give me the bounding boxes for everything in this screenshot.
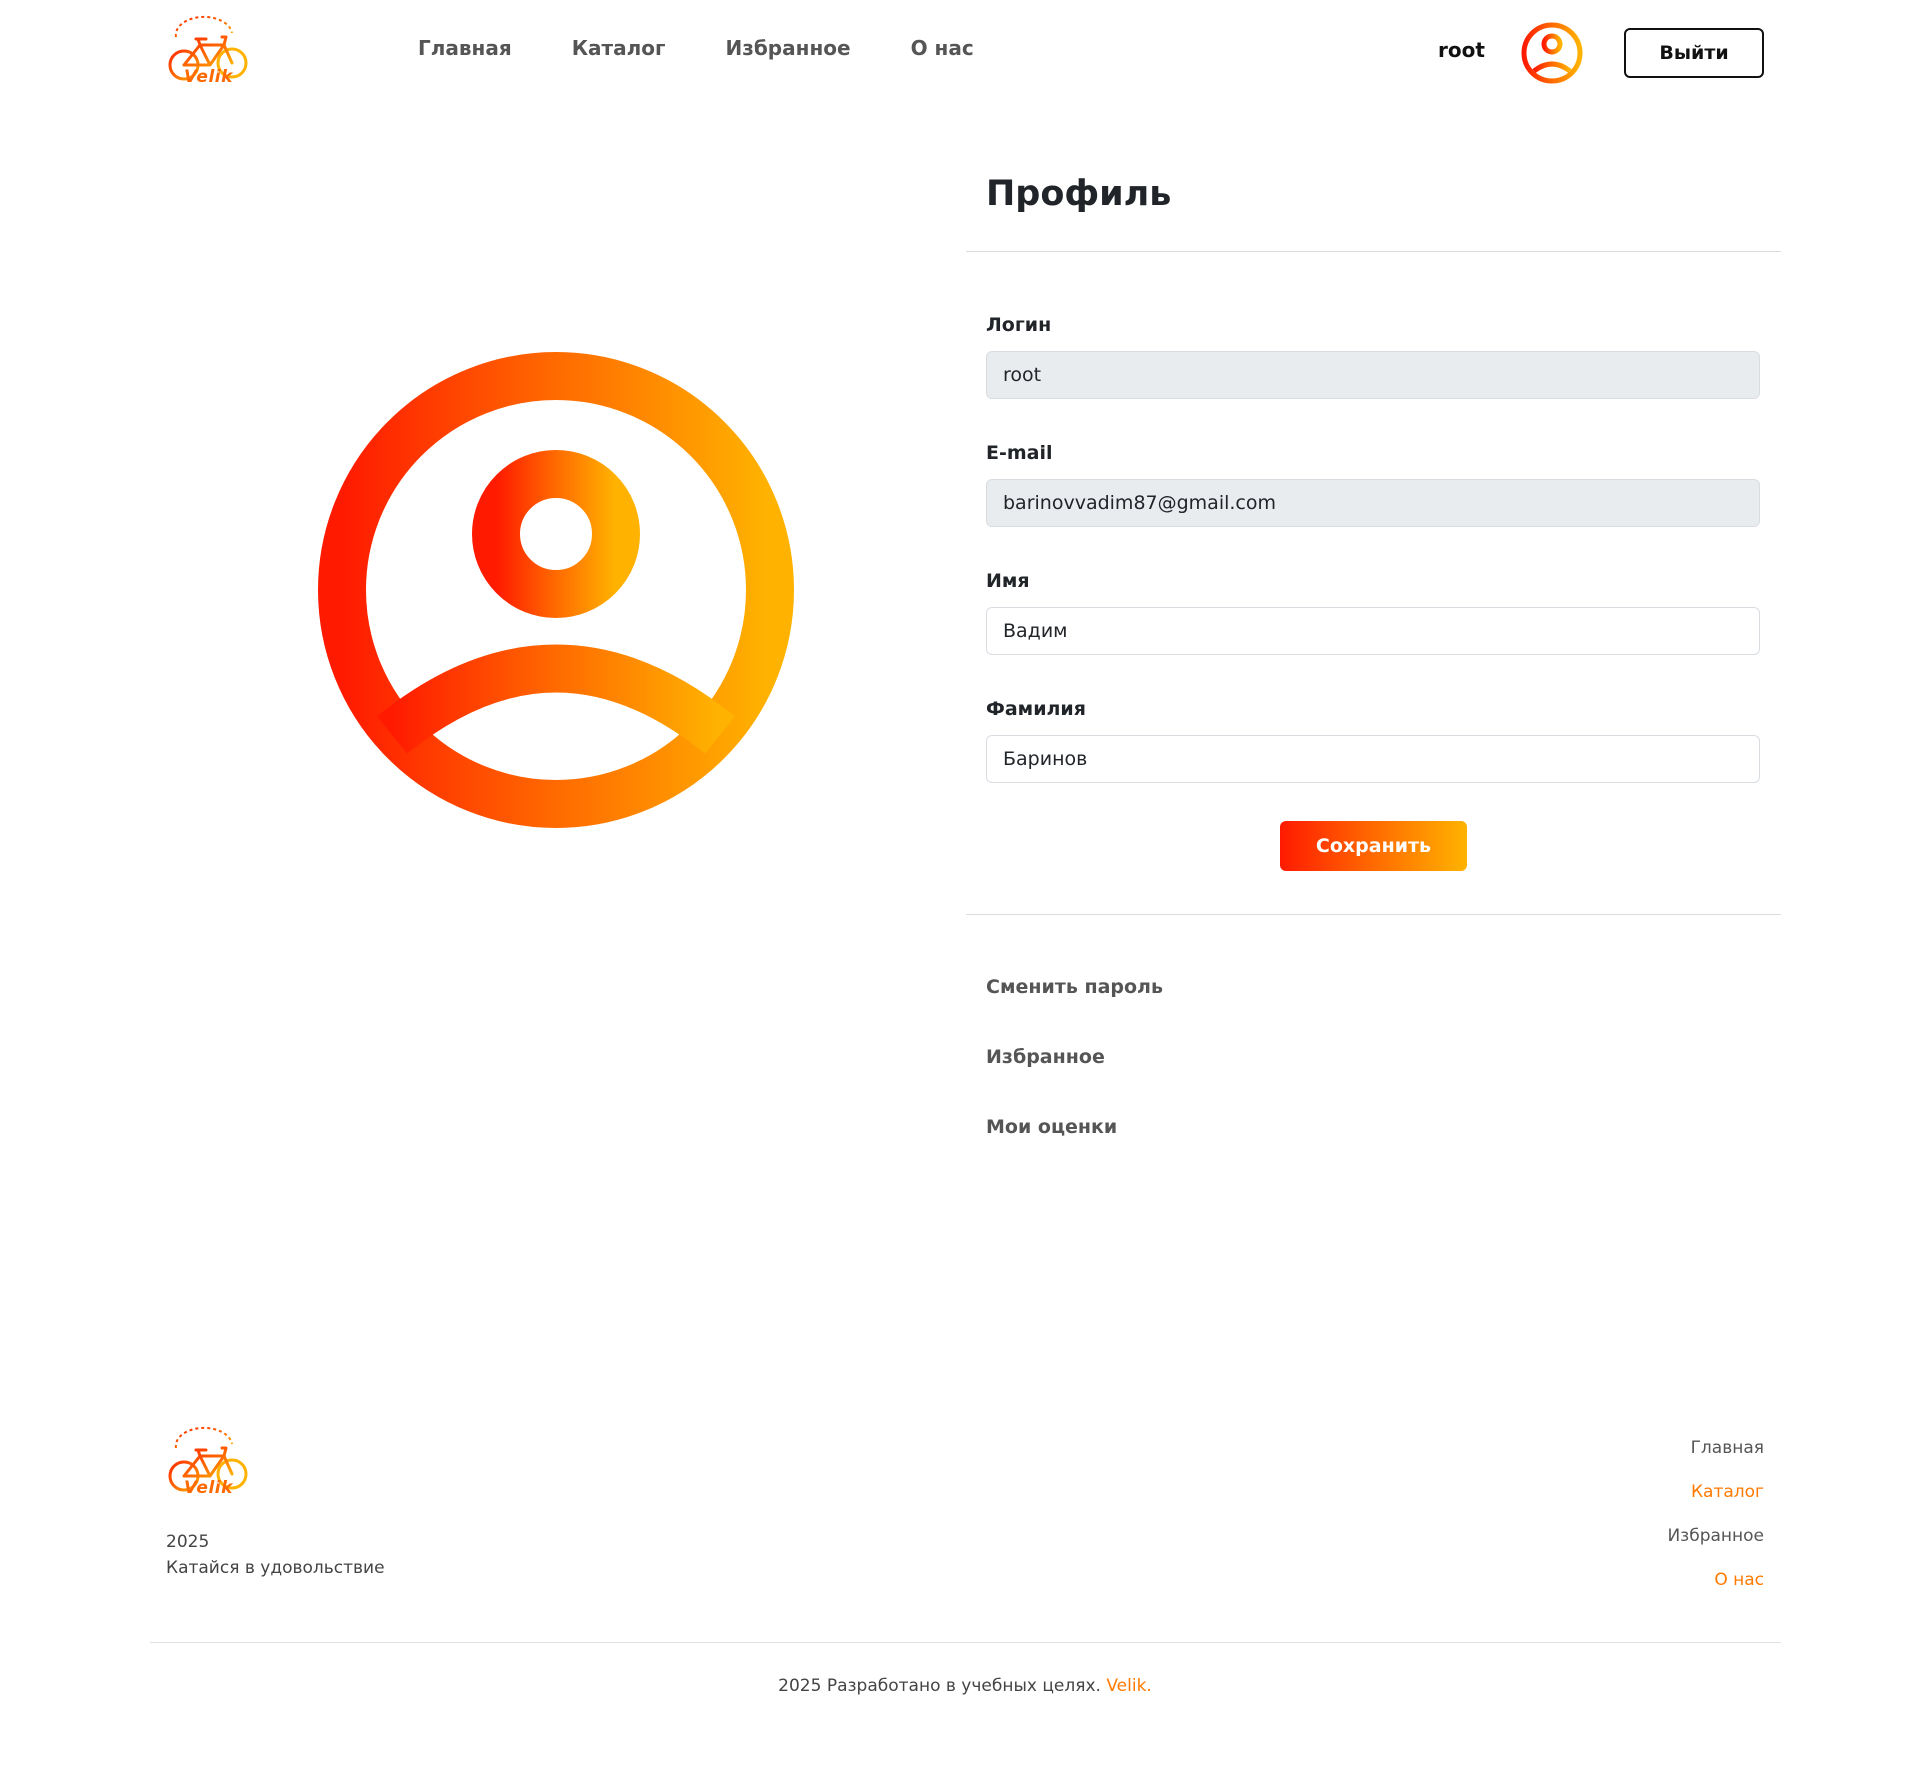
title-divider [966, 251, 1781, 252]
favorites-link[interactable]: Избранное [986, 1046, 1105, 1068]
main-nav: Главная Каталог Избранное О нас [418, 36, 1034, 60]
footer-nav-home[interactable]: Главная [1667, 1438, 1764, 1458]
footer-nav-about[interactable]: О нас [1667, 1570, 1764, 1590]
footer-nav: Главная Каталог Избранное О нас [1667, 1438, 1764, 1614]
footer-nav-catalog[interactable]: Каталог [1667, 1482, 1764, 1502]
logout-button[interactable]: Выйти [1624, 28, 1764, 78]
nav-catalog[interactable]: Каталог [572, 36, 666, 60]
my-ratings-link[interactable]: Мои оценки [986, 1116, 1117, 1138]
site-logo[interactable]: Velik [166, 13, 250, 93]
nav-favorites[interactable]: Избранное [725, 36, 850, 60]
copyright-brand-link[interactable]: Velik. [1106, 1676, 1151, 1696]
login-label: Логин [986, 314, 1052, 336]
current-username: root [1438, 38, 1485, 62]
footer-divider [150, 1642, 1781, 1643]
save-button[interactable]: Сохранить [1280, 821, 1467, 871]
email-field[interactable] [986, 479, 1760, 527]
email-label: E-mail [986, 442, 1053, 464]
last-name-field[interactable] [986, 735, 1760, 783]
page-title: Профиль [986, 174, 1172, 214]
last-name-label: Фамилия [986, 698, 1086, 720]
nav-about[interactable]: О нас [911, 36, 974, 60]
first-name-label: Имя [986, 570, 1030, 592]
copyright: 2025 Разработано в учебных целях. Velik. [0, 1676, 1920, 1696]
form-divider [966, 914, 1781, 915]
footer-logo-text: Velik [184, 1478, 233, 1498]
footer-logo[interactable]: Velik [166, 1424, 250, 1504]
nav-home[interactable]: Главная [418, 36, 512, 60]
copyright-text: 2025 Разработано в учебных целях. [778, 1676, 1101, 1696]
footer-nav-favorites[interactable]: Избранное [1667, 1526, 1764, 1546]
site-header: Velik Главная Каталог Избранное О нас ro… [0, 0, 1920, 106]
change-password-link[interactable]: Сменить пароль [986, 976, 1163, 998]
footer-year: 2025 [166, 1532, 210, 1552]
profile-avatar-icon [318, 352, 794, 828]
logo-text: Velik [184, 67, 233, 87]
user-circle-icon [1521, 22, 1583, 84]
profile-avatar-link[interactable] [1520, 21, 1584, 85]
login-field[interactable] [986, 351, 1760, 399]
footer-tagline: Катайся в удовольствие [166, 1558, 385, 1578]
first-name-field[interactable] [986, 607, 1760, 655]
